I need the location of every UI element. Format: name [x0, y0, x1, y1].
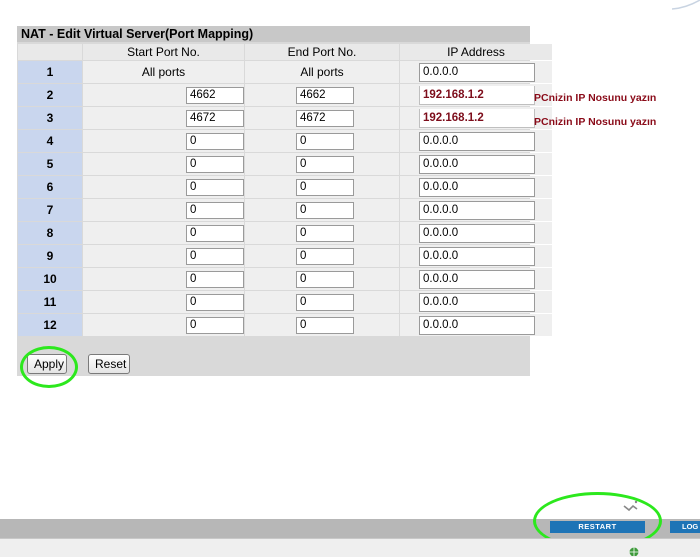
row-number: 2 [18, 84, 82, 106]
start-port-input[interactable] [186, 224, 244, 242]
table-row: 2 [18, 84, 552, 106]
start-port-input[interactable] [186, 316, 244, 334]
start-port-input[interactable] [186, 132, 244, 150]
start-port-input[interactable] [186, 86, 244, 104]
header-ip-address: IP Address [400, 44, 552, 60]
ip-address-input[interactable] [419, 154, 535, 174]
end-port-input[interactable] [296, 201, 354, 219]
row-number: 10 [18, 268, 82, 290]
apply-button[interactable]: Apply [27, 354, 67, 374]
end-port-input[interactable] [296, 224, 354, 242]
row-number: 5 [18, 153, 82, 175]
row-number: 9 [18, 245, 82, 267]
table-row: 3 [18, 107, 552, 129]
ip-address-input[interactable] [419, 108, 535, 128]
table-row: 12 [18, 314, 552, 336]
header-start-port: Start Port No. [83, 44, 244, 60]
port-mapping-table: Start Port No. End Port No. IP Address 1… [17, 43, 553, 337]
row-number: 4 [18, 130, 82, 152]
logout-button[interactable]: LOG [670, 521, 700, 533]
end-port-input[interactable] [296, 293, 354, 311]
table-row: 11 [18, 291, 552, 313]
table-row: 7 [18, 199, 552, 221]
restart-button[interactable]: RESTART [550, 521, 645, 533]
table-row: 4 [18, 130, 552, 152]
corner-swoosh-icon [672, 0, 700, 10]
end-port-input[interactable] [296, 86, 354, 104]
header-row-number [18, 44, 82, 60]
row-number: 3 [18, 107, 82, 129]
table-row: 5 [18, 153, 552, 175]
table-row: 8 [18, 222, 552, 244]
start-port-all: All ports [83, 61, 244, 83]
start-port-input[interactable] [186, 178, 244, 196]
end-port-input[interactable] [296, 178, 354, 196]
ip-address-input[interactable] [419, 131, 535, 151]
row-number: 7 [18, 199, 82, 221]
table-header-row: Start Port No. End Port No. IP Address [18, 44, 552, 60]
ip-address-input[interactable] [419, 246, 535, 266]
row-number: 12 [18, 314, 82, 336]
ip-address-input[interactable] [419, 223, 535, 243]
row-number: 1 [18, 61, 82, 83]
browser-status-bar [0, 538, 700, 557]
end-port-input[interactable] [296, 132, 354, 150]
row-number: 6 [18, 176, 82, 198]
table-row: 10 [18, 268, 552, 290]
start-port-input[interactable] [186, 247, 244, 265]
start-port-input[interactable] [186, 155, 244, 173]
start-port-input[interactable] [186, 270, 244, 288]
row-number: 11 [18, 291, 82, 313]
table-row: 1 All ports All ports [18, 61, 552, 83]
ip-address-input[interactable] [419, 200, 535, 220]
reset-button[interactable]: Reset [88, 354, 130, 374]
end-port-input[interactable] [296, 109, 354, 127]
end-port-input[interactable] [296, 316, 354, 334]
end-port-input[interactable] [296, 155, 354, 173]
table-row: 9 [18, 245, 552, 267]
ip-address-input[interactable] [419, 85, 535, 105]
ip-hint-row2: PCnizin IP Nosunu yazın [534, 92, 657, 104]
ip-address-input[interactable] [419, 62, 535, 82]
end-port-all: All ports [245, 61, 399, 83]
ip-address-input[interactable] [419, 177, 535, 197]
ip-hint-row3: PCnizin IP Nosunu yazın [534, 116, 657, 128]
globe-icon [629, 547, 639, 556]
end-port-input[interactable] [296, 247, 354, 265]
ip-address-input[interactable] [419, 269, 535, 289]
start-port-input[interactable] [186, 293, 244, 311]
ip-address-input[interactable] [419, 315, 535, 335]
start-port-input[interactable] [186, 109, 244, 127]
cursor-arrow-icon [623, 500, 638, 512]
header-end-port: End Port No. [245, 44, 399, 60]
page-title: NAT - Edit Virtual Server(Port Mapping) [17, 26, 530, 42]
row-number: 8 [18, 222, 82, 244]
end-port-input[interactable] [296, 270, 354, 288]
table-row: 6 [18, 176, 552, 198]
ip-address-input[interactable] [419, 292, 535, 312]
start-port-input[interactable] [186, 201, 244, 219]
